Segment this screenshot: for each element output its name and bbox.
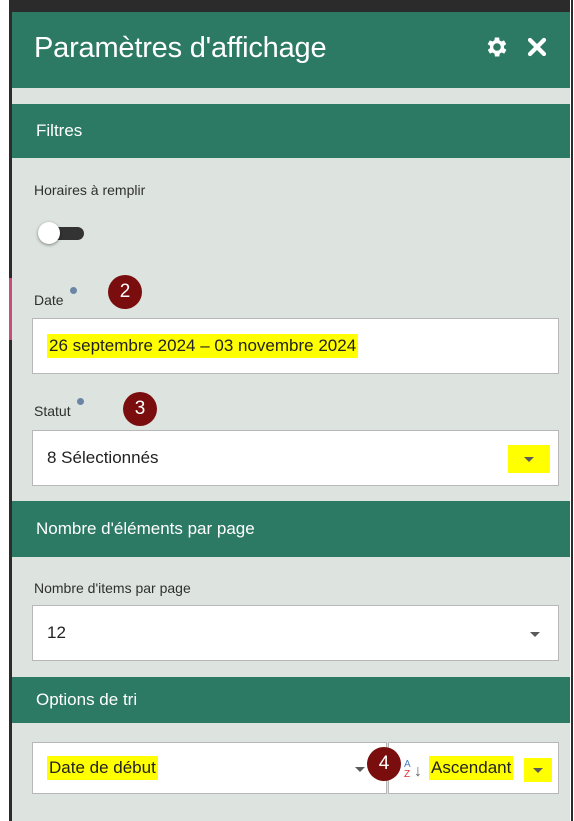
gear-icon[interactable]: [484, 34, 510, 60]
items-per-page-select[interactable]: 12: [32, 605, 559, 661]
chevron-down-icon[interactable]: [355, 767, 365, 772]
statut-label: Statut: [34, 403, 71, 419]
panel-header: Paramètres d'affichage: [12, 0, 570, 88]
sort-field-value: Date de début: [47, 756, 158, 780]
annotation-badge-3: 3: [123, 392, 157, 426]
statut-caret-highlight: [508, 445, 550, 473]
date-label: Date: [34, 292, 64, 308]
close-icon[interactable]: [525, 35, 549, 59]
chevron-down-icon[interactable]: [524, 457, 534, 462]
statut-select[interactable]: 8 Sélectionnés: [32, 430, 559, 486]
annotation-badge-2: 2: [108, 275, 142, 309]
items-per-page-label: Nombre d'items par page: [34, 580, 191, 596]
sort-order-value: Ascendant: [429, 756, 514, 780]
sort-order-caret-highlight: [524, 758, 552, 782]
frame-right: [570, 0, 574, 821]
header-gap: [12, 88, 570, 104]
date-range-field[interactable]: 26 septembre 2024 – 03 novembre 2024: [32, 318, 559, 374]
chevron-down-icon[interactable]: [530, 632, 540, 637]
sort-field-select[interactable]: Date de début: [32, 742, 387, 794]
frame-left: [0, 0, 12, 821]
horaires-toggle[interactable]: [38, 222, 86, 244]
frame-border: [571, 0, 573, 821]
section-filters-header: Filtres: [12, 104, 570, 158]
section-pagination-header: Nombre d'éléments par page: [12, 501, 570, 557]
display-settings-panel: Paramètres d'affichage Filtres Horaires …: [12, 0, 570, 821]
horaires-label: Horaires à remplir: [34, 182, 146, 198]
section-sort-header: Options de tri: [12, 677, 570, 723]
panel-title: Paramètres d'affichage: [34, 32, 327, 64]
statut-info-dot: [77, 398, 84, 405]
items-per-page-value: 12: [47, 623, 66, 642]
toggle-knob: [38, 222, 60, 244]
annotation-badge-4: 4: [367, 747, 401, 781]
statut-value: 8 Sélectionnés: [47, 448, 159, 467]
sort-az-icon: A Z ↓: [404, 759, 422, 780]
chevron-down-icon[interactable]: [533, 768, 543, 773]
date-range-value: 26 septembre 2024 – 03 novembre 2024: [47, 334, 359, 358]
date-info-dot: [70, 287, 77, 294]
